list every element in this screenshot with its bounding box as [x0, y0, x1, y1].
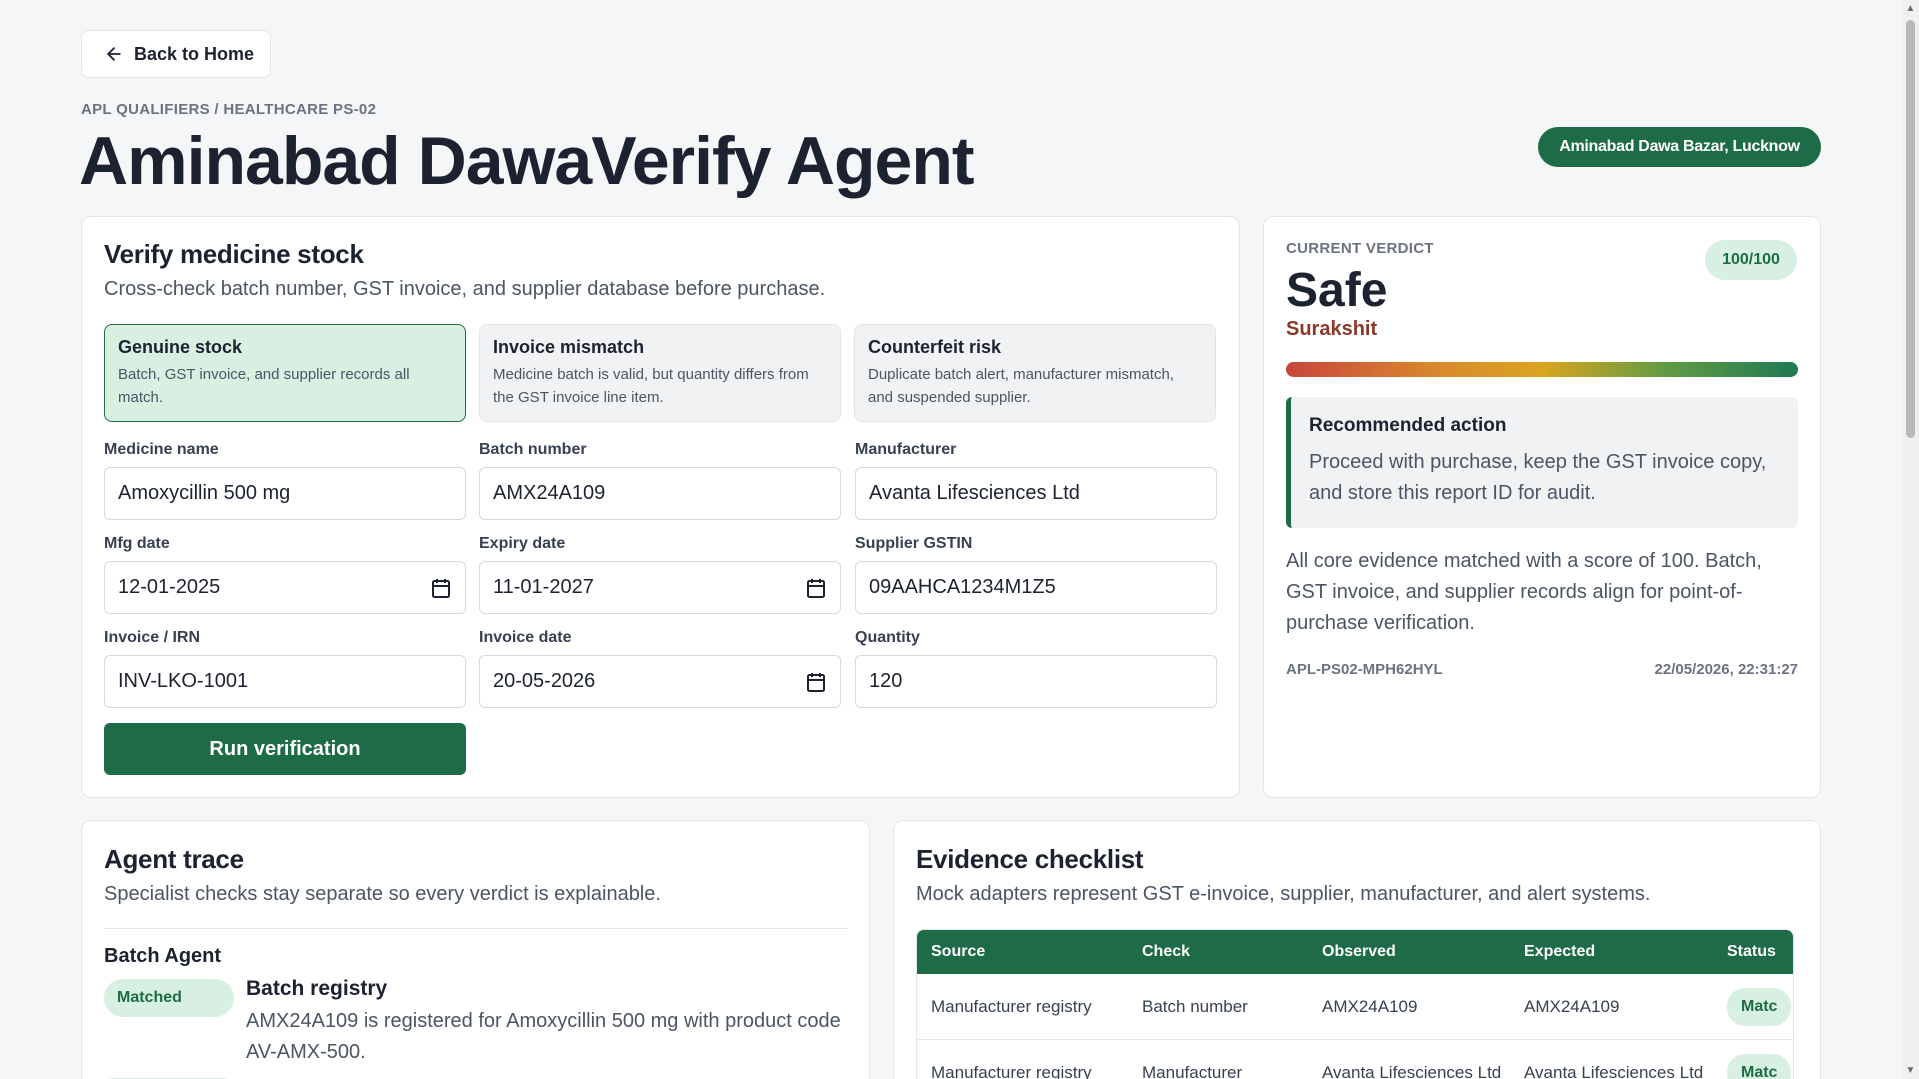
verdict-label: Safe: [1286, 264, 1388, 317]
score-badge: 100/100: [1705, 240, 1797, 280]
cell-expected: Avanta Lifesciences Ltd: [1524, 1062, 1704, 1079]
manufacturer-label: Manufacturer: [855, 441, 957, 458]
trace-title: Agent trace: [104, 844, 244, 874]
action-text: Proceed with purchase, keep the GST invo…: [1309, 451, 1767, 504]
calendar-icon[interactable]: [806, 671, 826, 693]
cell-status: Matc: [1727, 987, 1793, 1026]
back-to-home-button[interactable]: Back to Home: [81, 30, 271, 78]
scrollbar-thumb[interactable]: [1906, 20, 1915, 438]
medicine-name-value: Amoxycillin 500 mg: [118, 482, 291, 504]
evidence-subtitle: Mock adapters represent GST e-invoice, s…: [916, 883, 1651, 905]
manufacturer-input[interactable]: Avanta Lifesciences Ltd: [855, 467, 1217, 520]
scenario-desc: Batch, GST invoice, and supplier records…: [118, 366, 410, 406]
verdict-local-label: Surakshit: [1286, 318, 1378, 340]
invoice-date-value: 20-05-2026: [493, 670, 596, 692]
table-row: Manufacturer registry Batch number AMX24…: [917, 974, 1793, 1040]
evidence-title: Evidence checklist: [916, 844, 1144, 874]
status-badge: Matched: [104, 979, 234, 1017]
page: Back to Home APL QUALIFIERS / HEALTHCARE…: [0, 0, 1902, 1079]
scroll-down-icon[interactable]: ▼: [1905, 1065, 1916, 1076]
supplier-gstin-label: Supplier GSTIN: [855, 535, 973, 552]
scenario-title: Genuine stock: [118, 337, 243, 357]
batch-number-value: AMX24A109: [493, 482, 606, 504]
verify-stock-card: Verify medicine stock Cross-check batch …: [81, 216, 1240, 798]
cell-source: Manufacturer registry: [931, 1062, 1092, 1079]
cell-check: Manufacturer: [1142, 1062, 1243, 1079]
table-row: Manufacturer registry Manufacturer Avant…: [917, 1040, 1793, 1079]
verdict-card: CURRENT VERDICT 100/100 Safe Surakshit R…: [1263, 216, 1821, 798]
cell-observed: AMX24A109: [1322, 996, 1418, 1016]
location-badge: Aminabad Dawa Bazar, Lucknow: [1538, 127, 1821, 167]
scenario-genuine-stock[interactable]: Genuine stock Batch, GST invoice, and su…: [104, 324, 466, 422]
column-header: Source: [931, 943, 986, 960]
table-header: Source Check Observed Expected Status: [917, 930, 1793, 974]
quantity-input[interactable]: 120: [855, 655, 1217, 708]
score-bar: [1286, 362, 1798, 377]
scenario-desc: Medicine batch is valid, but quantity di…: [493, 366, 809, 406]
status-badge: Matc: [1727, 987, 1792, 1026]
cell-check: Batch number: [1142, 996, 1248, 1016]
arrow-left-icon: [107, 47, 121, 61]
check-detail: AMX24A109 is registered for Amoxycillin …: [246, 1010, 841, 1063]
evidence-checklist-card: Evidence checklist Mock adapters represe…: [893, 820, 1821, 1079]
page-scrollbar[interactable]: ▲ ▼: [1902, 0, 1919, 1079]
scenario-desc: Duplicate batch alert, manufacturer mism…: [868, 366, 1174, 406]
column-header: Status: [1727, 943, 1776, 960]
verify-title: Verify medicine stock: [104, 239, 364, 269]
calendar-icon[interactable]: [806, 577, 826, 599]
expiry-date-value: 11-01-2027: [493, 576, 594, 598]
expiry-date-input[interactable]: 11-01-2027: [479, 561, 841, 614]
supplier-gstin-input[interactable]: 09AAHCA1234M1Z5: [855, 561, 1217, 614]
agent-trace-card: Agent trace Specialist checks stay separ…: [81, 820, 870, 1079]
mfg-date-label: Mfg date: [104, 535, 170, 552]
expiry-date-label: Expiry date: [479, 535, 566, 552]
scenario-title: Counterfeit risk: [868, 337, 1002, 357]
manufacturer-value: Avanta Lifesciences Ltd: [869, 482, 1080, 504]
calendar-icon[interactable]: [431, 577, 451, 599]
quantity-value: 120: [869, 670, 903, 692]
medicine-name-input[interactable]: Amoxycillin 500 mg: [104, 467, 466, 520]
invoice-date-label: Invoice date: [479, 629, 572, 646]
recommended-action: Recommended action Proceed with purchase…: [1286, 397, 1798, 528]
verdict-summary: All core evidence matched with a score o…: [1286, 550, 1762, 634]
batch-number-input[interactable]: AMX24A109: [479, 467, 841, 520]
report-id: APL-PS02-MPH62HYL: [1286, 661, 1443, 678]
divider: [104, 928, 847, 929]
verify-subtitle: Cross-check batch number, GST invoice, a…: [104, 278, 826, 300]
invoice-date-input[interactable]: 20-05-2026: [479, 655, 841, 708]
supplier-gstin-value: 09AAHCA1234M1Z5: [869, 576, 1056, 598]
breadcrumb: APL QUALIFIERS / HEALTHCARE PS-02: [81, 101, 377, 118]
scroll-up-icon[interactable]: ▲: [1905, 3, 1916, 14]
batch-number-label: Batch number: [479, 441, 587, 458]
scenario-title: Invoice mismatch: [493, 337, 645, 357]
run-verification-button[interactable]: Run verification: [104, 723, 466, 775]
mfg-date-input[interactable]: 12-01-2025: [104, 561, 466, 614]
medicine-name-label: Medicine name: [104, 441, 219, 458]
verdict-eyebrow: CURRENT VERDICT: [1286, 240, 1434, 257]
invoice-irn-value: INV-LKO-1001: [118, 670, 249, 692]
action-title: Recommended action: [1309, 415, 1507, 436]
invoice-irn-input[interactable]: INV-LKO-1001: [104, 655, 466, 708]
column-header: Expected: [1524, 943, 1596, 960]
cell-source: Manufacturer registry: [931, 996, 1092, 1016]
status-badge: Matc: [1727, 1053, 1792, 1079]
column-header: Check: [1142, 943, 1191, 960]
trace-subtitle: Specialist checks stay separate so every…: [104, 883, 661, 905]
agent-name: Batch Agent: [104, 945, 222, 967]
cell-observed: Avanta Lifesciences Ltd: [1322, 1062, 1502, 1079]
scenario-counterfeit-risk[interactable]: Counterfeit risk Duplicate batch alert, …: [854, 324, 1216, 422]
cell-status: Matc: [1727, 1053, 1793, 1079]
column-header: Observed: [1322, 943, 1396, 960]
cell-expected: AMX24A109: [1524, 996, 1620, 1016]
mfg-date-value: 12-01-2025: [118, 576, 221, 598]
back-to-home-label: Back to Home: [134, 43, 255, 64]
quantity-label: Quantity: [855, 629, 920, 646]
invoice-irn-label: Invoice / IRN: [104, 629, 201, 646]
report-timestamp: 22/05/2026, 22:31:27: [1654, 661, 1798, 678]
evidence-table: Source Check Observed Expected Status Ma…: [916, 929, 1794, 1079]
page-title: Aminabad DawaVerify Agent: [79, 123, 974, 199]
scenario-invoice-mismatch[interactable]: Invoice mismatch Medicine batch is valid…: [479, 324, 841, 422]
check-title: Batch registry: [246, 977, 388, 1000]
